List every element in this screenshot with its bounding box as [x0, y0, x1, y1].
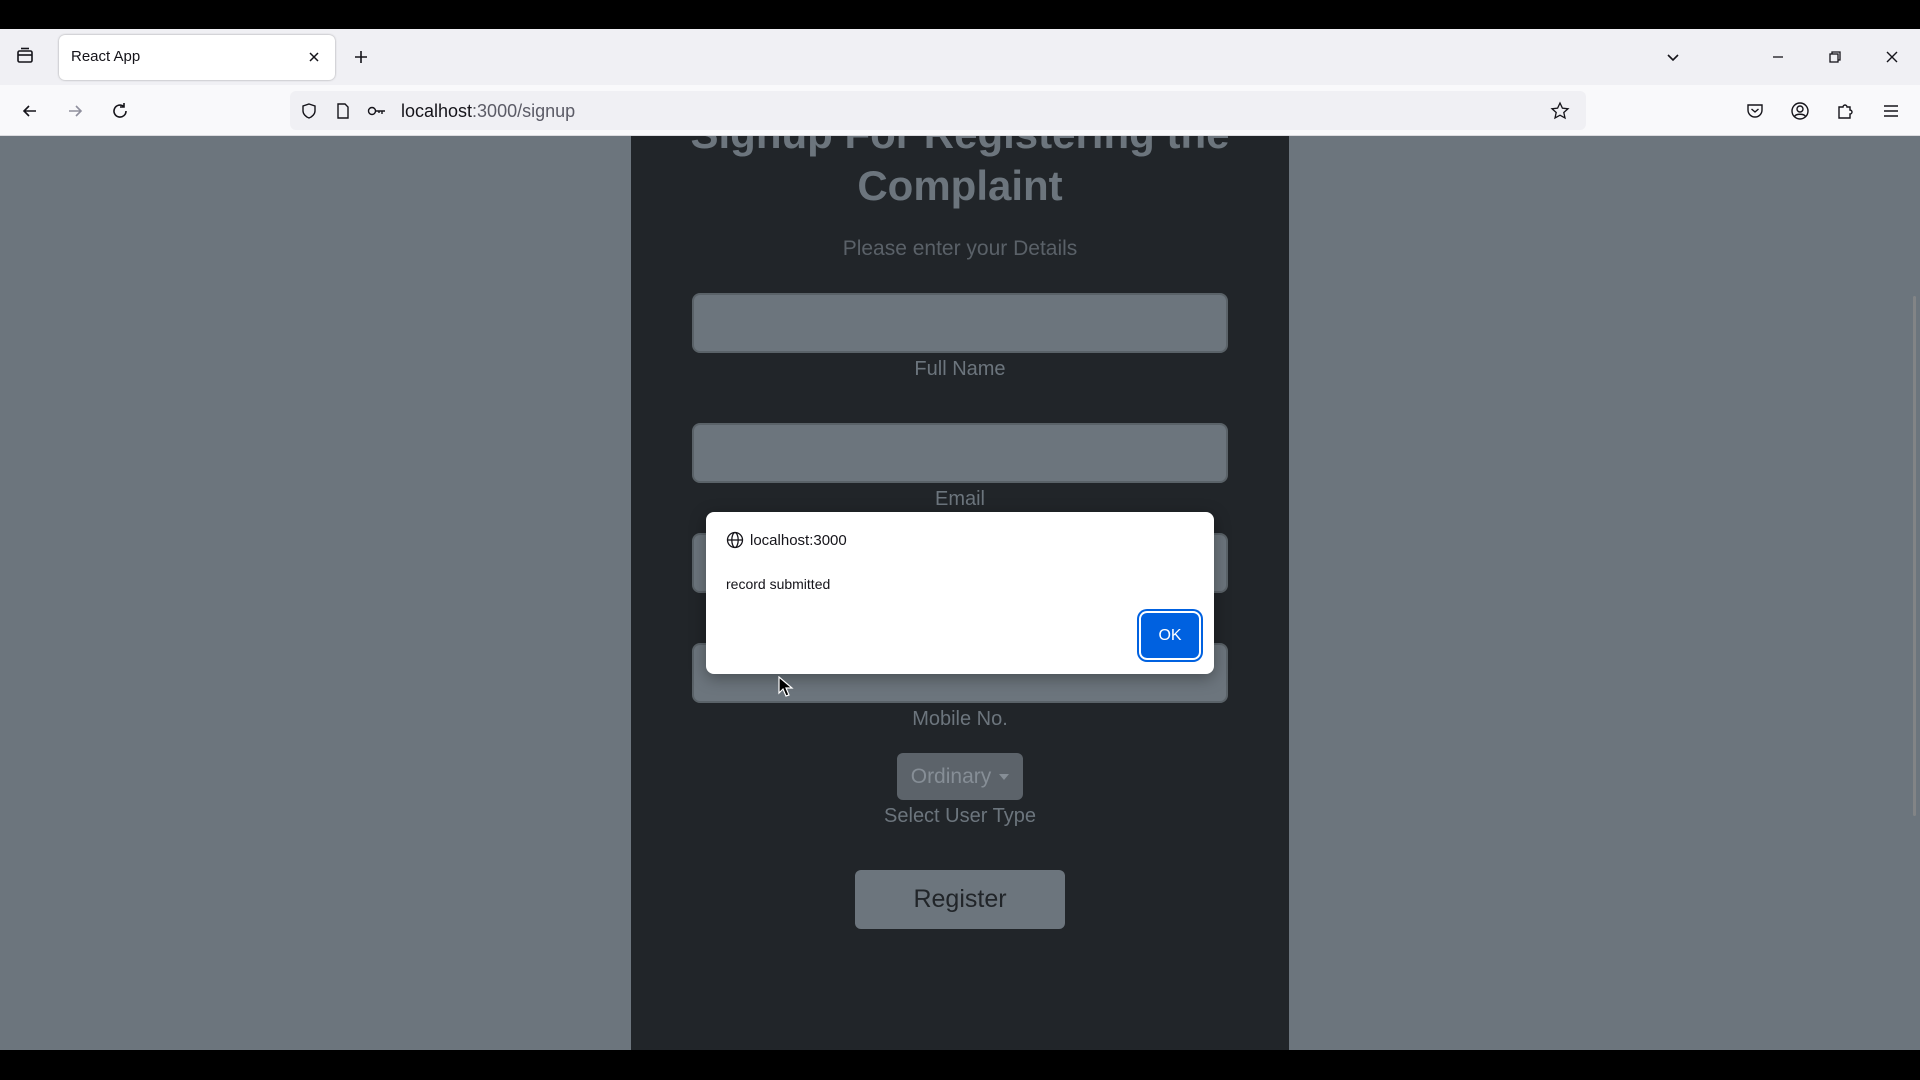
new-tab-button[interactable]: [345, 41, 377, 73]
alert-origin: localhost:3000: [726, 531, 847, 549]
screen-top-bar: [0, 0, 1920, 29]
close-icon: [309, 52, 319, 62]
restore-button[interactable]: [1815, 37, 1855, 77]
url-text[interactable]: localhost:3000/signup: [401, 101, 575, 122]
puzzle-icon: [1838, 104, 1853, 119]
tab-title: React App: [71, 48, 141, 65]
user-type-selected: Ordinary: [910, 764, 992, 788]
account-icon: [1791, 102, 1809, 120]
page-info-icon[interactable]: [332, 100, 354, 122]
user-type-label: Select User Type: [884, 805, 1036, 827]
register-button[interactable]: Register: [855, 870, 1065, 929]
page-scrollbar[interactable]: [1913, 296, 1916, 816]
alert-message: record submitted: [726, 576, 831, 592]
firefox-view-button[interactable]: [8, 39, 42, 73]
screen-bottom-bar: [0, 1050, 1920, 1080]
app-menu-button[interactable]: [1874, 94, 1908, 128]
alert-ok-button[interactable]: OK: [1141, 613, 1199, 658]
account-button[interactable]: [1783, 94, 1817, 128]
bookmark-star-button[interactable]: [1548, 99, 1572, 123]
reload-button[interactable]: [103, 94, 137, 128]
extensions-button[interactable]: [1829, 94, 1863, 128]
navigation-toolbar: localhost:3000/signup: [0, 85, 1920, 136]
full-name-label: Full Name: [914, 358, 1006, 380]
hamburger-menu-icon: [1884, 105, 1898, 117]
caret-down-icon: [999, 773, 1010, 780]
plus-icon: [355, 51, 367, 63]
page-title: Signup For Registering the Complaint: [690, 136, 1229, 209]
star-icon: [1550, 101, 1570, 120]
restore-icon: [1829, 51, 1841, 63]
alert-origin-text: localhost:3000: [750, 531, 847, 549]
chevron-down-icon: [1667, 54, 1679, 62]
pocket-icon: [1747, 104, 1763, 118]
user-type-dropdown[interactable]: Ordinary: [897, 753, 1023, 800]
close-window-button[interactable]: [1872, 37, 1912, 77]
tab-close-button[interactable]: [303, 46, 325, 68]
reload-icon: [113, 103, 127, 118]
alert-dialog: localhost:3000 record submitted: [706, 512, 1214, 674]
pocket-button[interactable]: [1738, 94, 1772, 128]
tab-react-app[interactable]: React App: [59, 35, 335, 80]
minimize-icon: [1773, 56, 1783, 58]
minimize-button[interactable]: [1758, 37, 1798, 77]
email-label: Email: [934, 488, 985, 510]
back-button[interactable]: [13, 94, 47, 128]
tab-strip: React App: [0, 29, 1920, 85]
url-host: localhost: [401, 101, 473, 121]
forward-button[interactable]: [58, 94, 92, 128]
url-path: :3000/signup: [472, 101, 576, 121]
tracking-protection-shield-icon[interactable]: [298, 100, 320, 122]
email-input[interactable]: [692, 423, 1228, 483]
mouse-cursor-icon: [778, 676, 794, 697]
arrow-left-icon: [22, 105, 36, 117]
firefox-view-icon: [17, 47, 33, 63]
address-bar[interactable]: localhost:3000/signup: [290, 91, 1586, 130]
globe-icon: [726, 531, 744, 549]
key-icon[interactable]: [366, 100, 388, 122]
close-icon: [1886, 51, 1898, 63]
full-name-input[interactable]: [692, 293, 1228, 353]
mobile-label: Mobile No.: [912, 708, 1008, 730]
arrow-right-icon: [69, 105, 83, 117]
page-subtitle: Please enter your Details: [842, 237, 1078, 260]
list-all-tabs-button[interactable]: [1657, 41, 1689, 73]
